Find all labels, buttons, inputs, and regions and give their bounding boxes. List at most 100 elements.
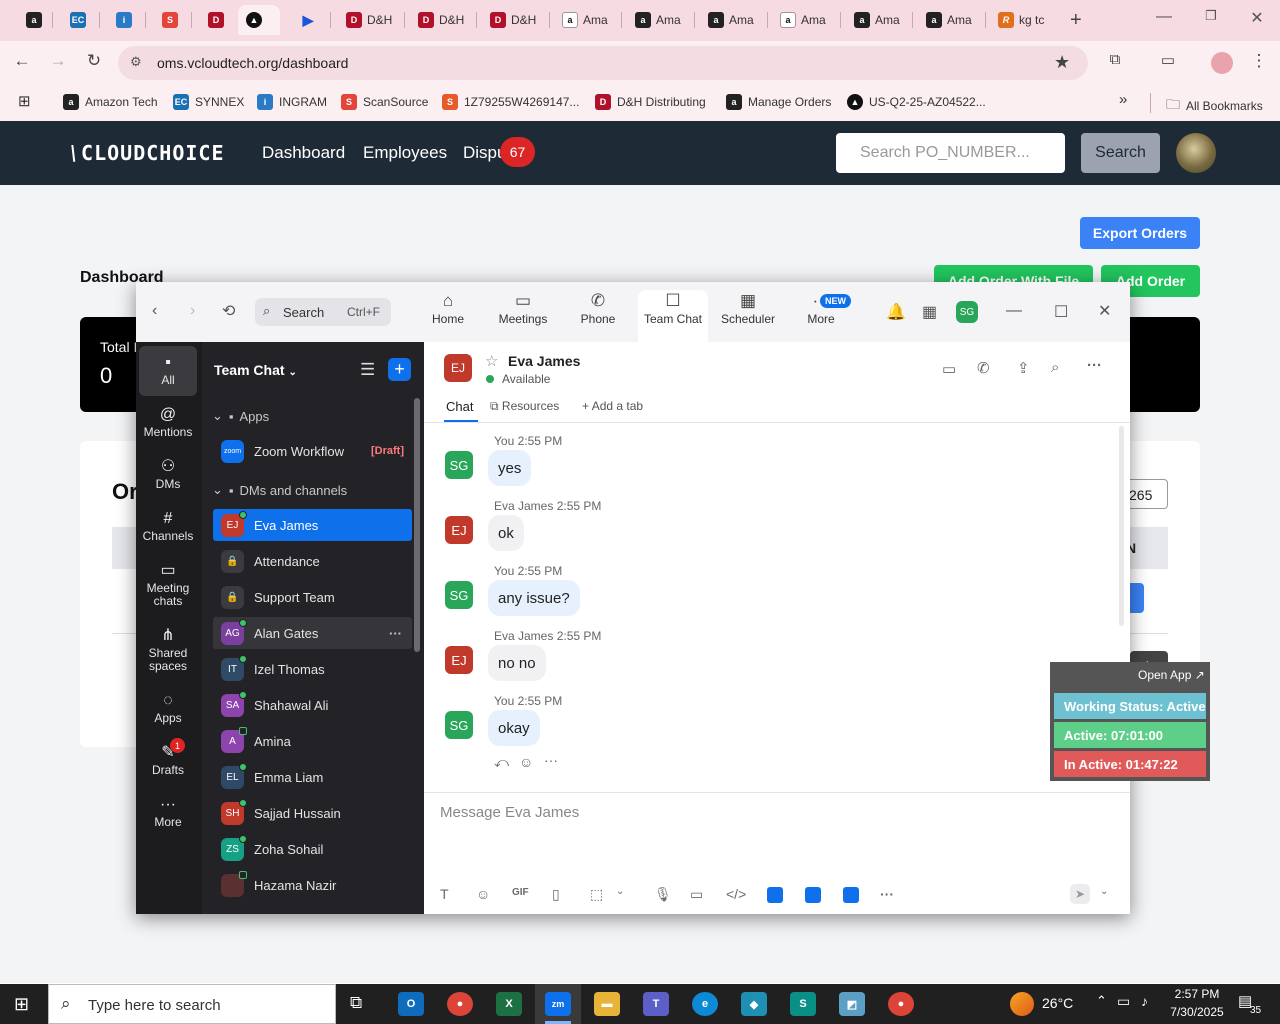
filter-icon[interactable]: ☰ <box>360 360 375 380</box>
rail-meeting-chats[interactable]: ▭ Meeting chats <box>140 560 196 608</box>
list-item-attendance[interactable]: 🔒 Attendance <box>213 545 412 577</box>
close-icon[interactable]: ✕ <box>1098 301 1111 321</box>
more-dots-icon[interactable]: ··· <box>544 752 558 768</box>
menu-kebab-icon[interactable]: ⋮ <box>1247 51 1271 71</box>
minimize-icon[interactable]: — <box>1149 8 1179 26</box>
more-dots-icon[interactable]: ··· <box>389 626 402 641</box>
back-arrow-icon[interactable]: ‹ <box>152 302 157 320</box>
zoom-search-input[interactable]: ⌕ Search Ctrl+F <box>255 298 391 326</box>
list-item-izel-thomas[interactable]: IT Izel Thomas <box>213 653 412 685</box>
address-bar[interactable]: ⚙ oms.vcloudtech.org/dashboard ★ <box>118 46 1088 80</box>
task-view-icon[interactable]: ⧉ <box>350 993 362 1013</box>
rail-mentions[interactable]: @ Mentions <box>136 404 200 439</box>
app-icon[interactable]: ◆ <box>741 992 767 1016</box>
outlook-icon[interactable]: O <box>398 992 424 1016</box>
maximize-icon[interactable]: ☐ <box>1054 302 1068 322</box>
bookmark-item[interactable]: a Manage Orders <box>726 94 831 110</box>
nav-employees[interactable]: Employees <box>363 143 447 163</box>
browser-tab[interactable]: a Ama <box>846 5 908 35</box>
tab-scheduler[interactable]: ▦ Scheduler <box>713 290 783 326</box>
message-bubble[interactable]: yes <box>488 450 532 486</box>
reply-icon[interactable]: ⤺ <box>494 754 509 771</box>
emoji-reaction-icon[interactable]: ☺ <box>519 754 533 770</box>
tool-icon[interactable]: ◩ <box>839 992 865 1016</box>
bell-icon[interactable]: 🔔 <box>886 302 906 322</box>
forward-arrow-icon[interactable]: › <box>190 302 195 320</box>
search-icon[interactable]: ⌕ <box>1051 359 1059 376</box>
list-item-zoom-workflow[interactable]: zoom Zoom Workflow [Draft] <box>213 435 412 467</box>
browser-tab[interactable]: a <box>18 5 50 35</box>
clock-date[interactable]: 7/30/2025 <box>1164 1005 1230 1019</box>
browser-tab[interactable]: Rkg tc <box>990 5 1052 35</box>
bookmark-item[interactable]: a Amazon Tech <box>63 94 158 110</box>
new-tab-button[interactable]: + <box>1062 5 1090 35</box>
screenshot-icon[interactable]: ⬚ <box>590 886 603 903</box>
tab-team-chat[interactable]: ☐ Team Chat <box>638 290 708 342</box>
restore-icon[interactable]: ❐ <box>1196 8 1226 24</box>
apps-section[interactable]: ⌄ ▪ Apps <box>212 408 269 424</box>
list-item-emma-liam[interactable]: EL Emma Liam <box>213 761 412 793</box>
avatar[interactable]: EJ <box>445 646 473 674</box>
excel-icon[interactable]: X <box>496 992 522 1016</box>
browser-tab[interactable]: D D&H <box>338 5 400 35</box>
tab-meetings[interactable]: ▭ Meetings <box>488 290 558 326</box>
back-icon[interactable]: ← <box>10 51 34 71</box>
microphone-icon[interactable]: 🎙 <box>654 886 672 903</box>
browser-tab[interactable]: D D&H <box>482 5 544 35</box>
video-call-icon[interactable]: ▭ <box>942 360 956 378</box>
bookmarks-overflow-button[interactable]: » <box>1119 91 1127 108</box>
weather-temp[interactable]: 26°C <box>1042 995 1073 1011</box>
bookmark-item[interactable]: i INGRAM <box>257 94 327 110</box>
all-bookmarks-button[interactable]: 🗀 All Bookmarks <box>1166 94 1263 118</box>
list-scrollbar[interactable] <box>414 398 420 652</box>
network-icon[interactable]: ▭ <box>1117 993 1130 1010</box>
browser-tab[interactable]: D <box>200 5 232 35</box>
rail-shared-spaces[interactable]: ⋔ Shared spaces <box>140 625 196 673</box>
weather-icon[interactable] <box>1010 992 1034 1016</box>
dms-section[interactable]: ⌄ ▪ DMs and channels <box>212 482 347 498</box>
profile-avatar[interactable] <box>1211 52 1233 74</box>
sketch-app-icon[interactable]: S <box>790 992 816 1016</box>
more-options-icon[interactable]: ··· <box>1087 357 1102 374</box>
bookmark-item[interactable]: S ScanSource <box>341 94 428 110</box>
bookmark-item[interactable]: EC SYNNEX <box>173 94 244 110</box>
list-item-amina[interactable]: A Amina <box>213 725 412 757</box>
browser-tab[interactable]: D D&H <box>410 5 472 35</box>
bookmark-item[interactable]: D D&H Distributing <box>595 94 706 110</box>
windows-start-icon[interactable]: ⊞ <box>14 994 29 1015</box>
message-bubble[interactable]: any issue? <box>488 580 580 616</box>
emoji-icon[interactable]: ☺ <box>476 886 490 902</box>
list-item-support-team[interactable]: 🔒 Support Team <box>213 581 412 613</box>
site-logo[interactable]: \CLOUDCHOICE <box>68 141 225 165</box>
export-orders-button[interactable]: Export Orders <box>1080 217 1200 249</box>
zoom-icon[interactable]: zm <box>545 992 571 1016</box>
extensions-icon[interactable]: ⧉ <box>1103 51 1127 68</box>
avatar[interactable]: SG <box>445 451 473 479</box>
browser-tab[interactable]: ▶ <box>292 5 324 35</box>
list-item-sajjad-hussain[interactable]: SH Sajjad Hussain <box>213 797 412 829</box>
phone-icon[interactable]: ✆ <box>977 359 990 377</box>
history-icon[interactable]: ⟲ <box>222 301 235 321</box>
messages-scrollbar[interactable] <box>1119 426 1124 626</box>
format-text-icon[interactable]: T <box>440 886 449 902</box>
list-item-zoha-sohail[interactable]: ZS Zoha Sohail <box>213 833 412 865</box>
chrome-icon[interactable]: ● <box>447 992 473 1016</box>
list-item-shahawal-ali[interactable]: SA Shahawal Ali <box>213 689 412 721</box>
cast-icon[interactable]: ▭ <box>1156 51 1180 69</box>
video-message-icon[interactable]: ▭ <box>690 886 703 903</box>
rail-more[interactable]: ··· More <box>136 794 200 829</box>
gif-icon[interactable]: GIF <box>512 887 529 898</box>
rail-drafts[interactable]: ✎ Drafts <box>136 742 200 777</box>
volume-icon[interactable]: ♪ <box>1141 993 1148 1009</box>
browser-tab[interactable]: i <box>108 5 140 35</box>
forward-icon[interactable]: → <box>46 51 70 71</box>
code-icon[interactable]: </> <box>726 886 746 902</box>
bookmark-item[interactable]: ▲ US-Q2-25-AZ04522... <box>847 94 986 110</box>
list-item-alan-gates[interactable]: AG Alan Gates ··· <box>213 617 412 649</box>
browser-tab-active[interactable]: ▲ <box>238 5 280 35</box>
tab-resources[interactable]: ⧉ Resources <box>490 399 559 414</box>
po-search-input[interactable] <box>836 133 1065 173</box>
more-dots-icon[interactable]: ··· <box>880 886 894 902</box>
list-item-eva-james[interactable]: EJ Eva James <box>213 509 412 541</box>
star-icon[interactable]: ☆ <box>485 352 498 370</box>
